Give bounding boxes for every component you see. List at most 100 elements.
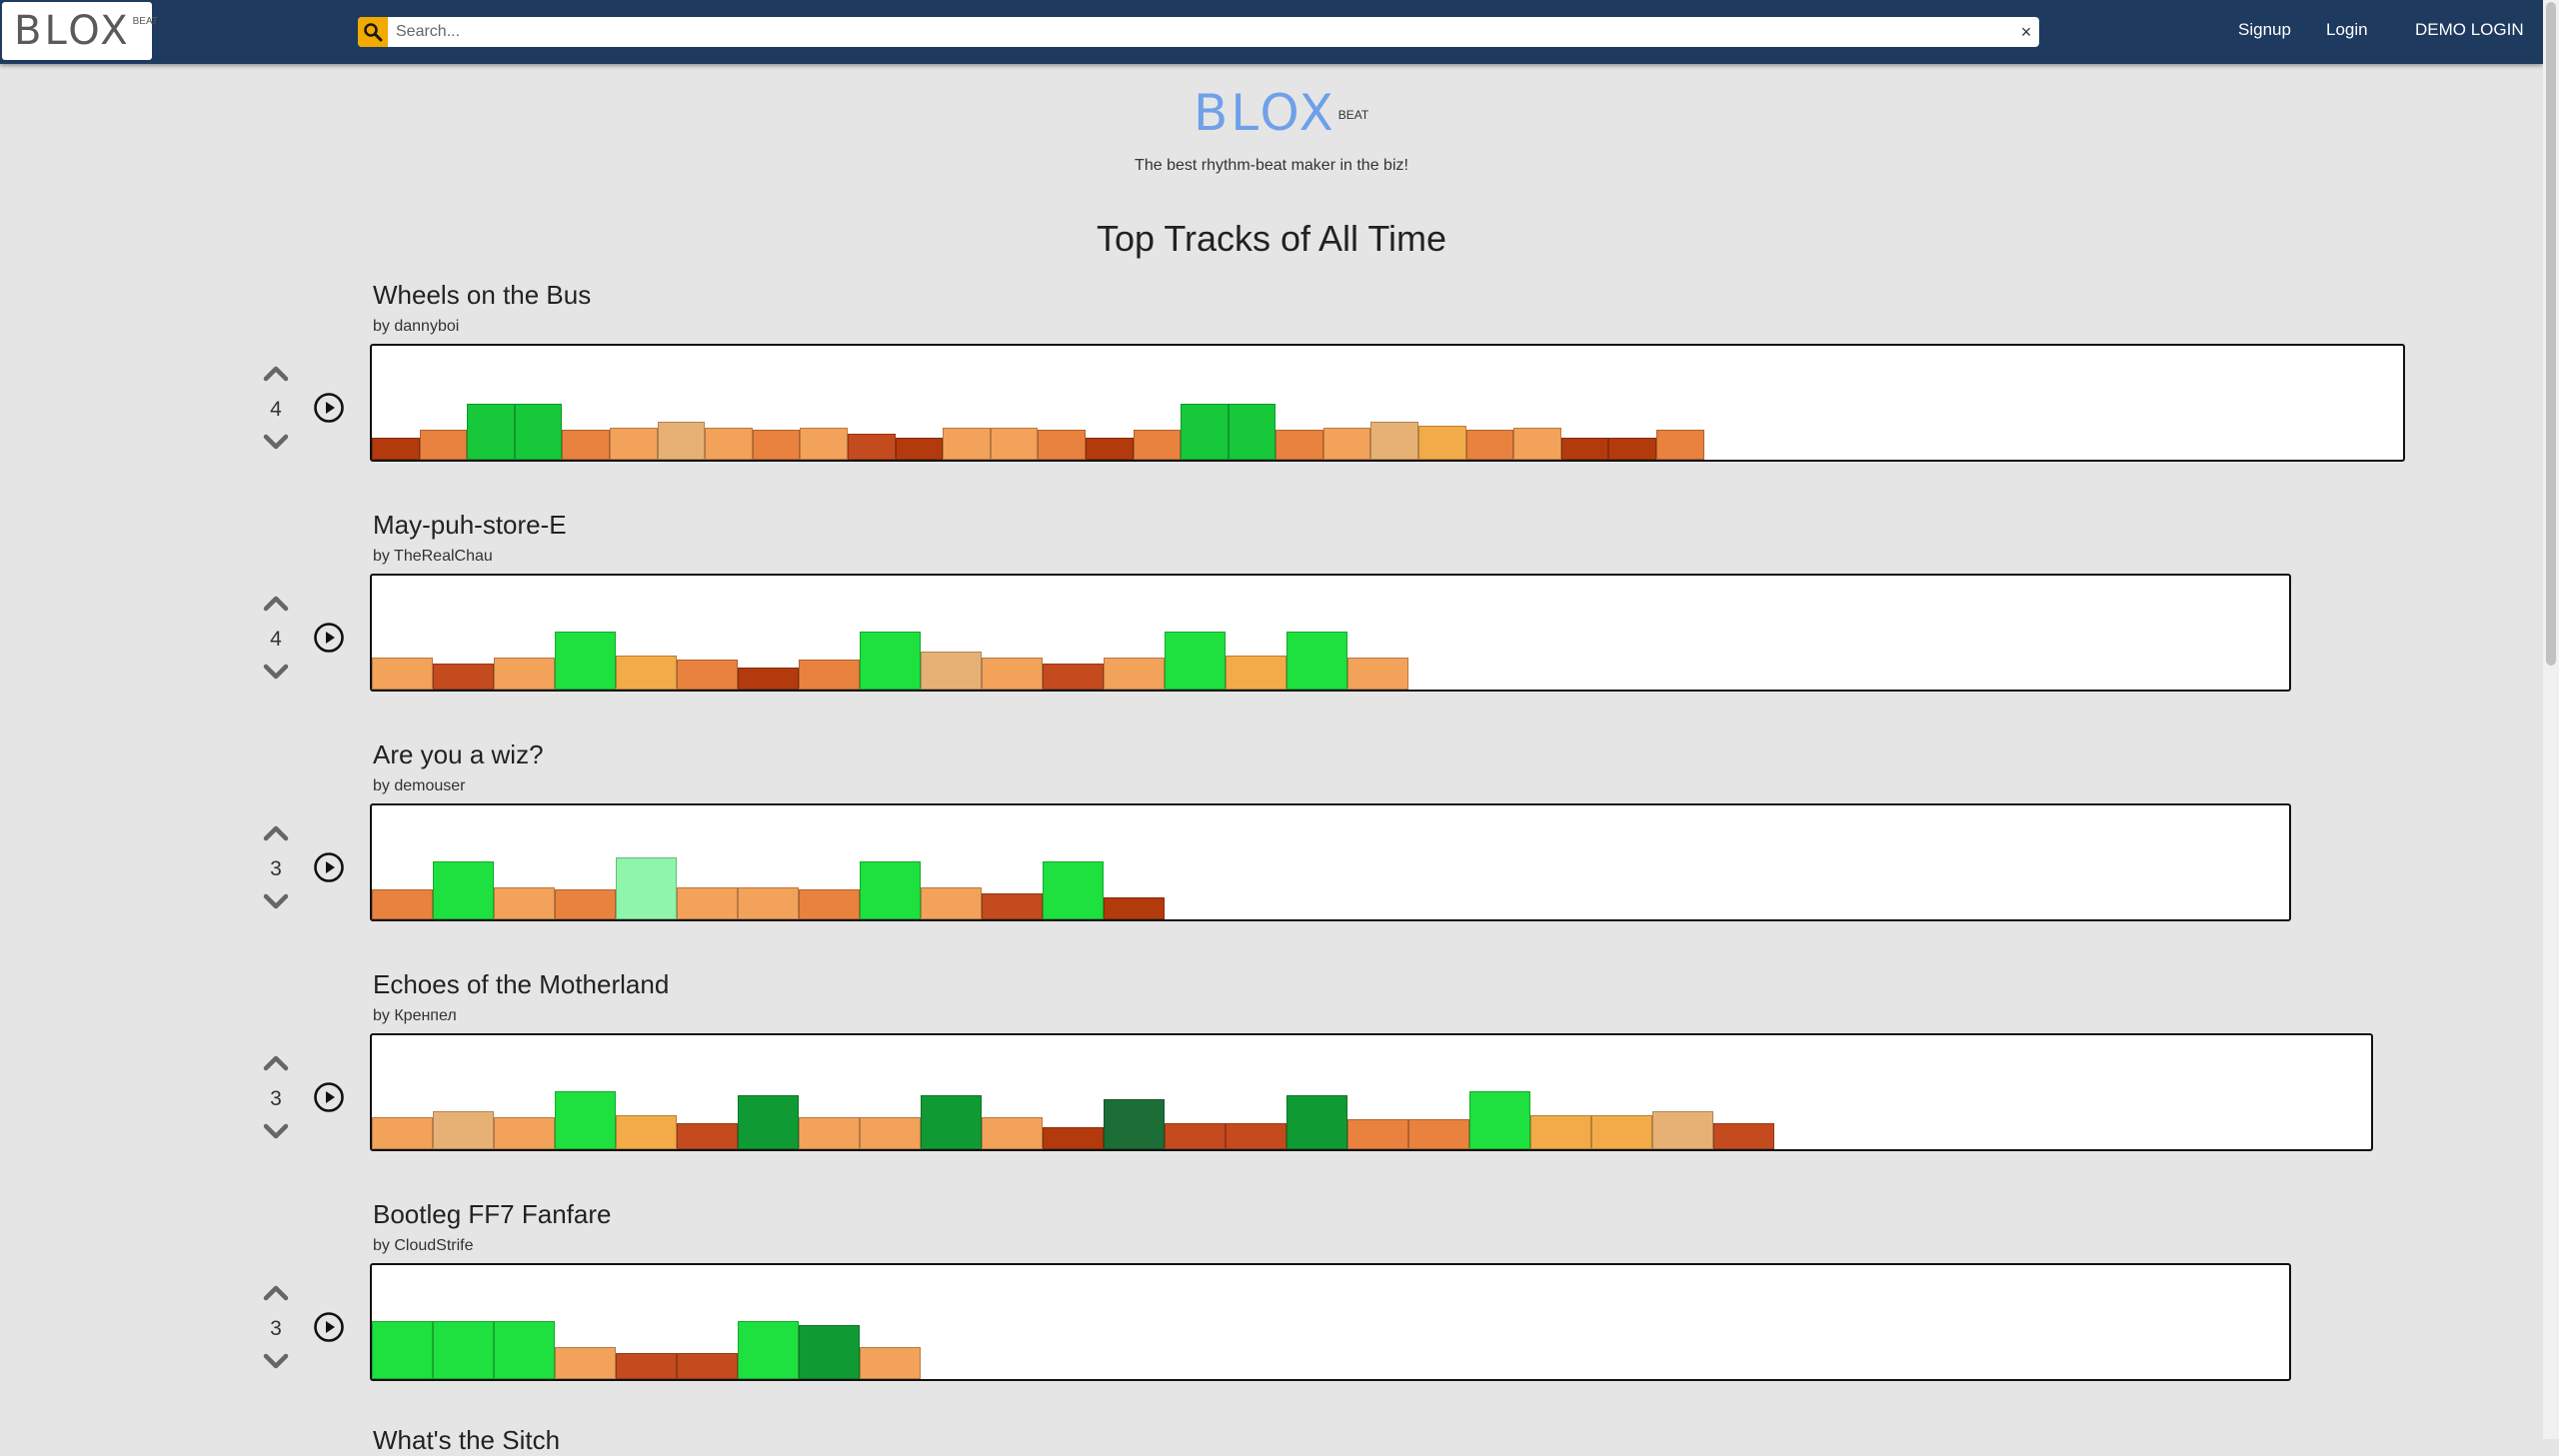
beat-visualizer[interactable] (370, 803, 2291, 921)
beat-visualizer[interactable] (370, 1033, 2373, 1151)
beat-block (514, 404, 563, 460)
beat-block (555, 1091, 616, 1149)
track-author[interactable]: by TheRealChau (373, 548, 493, 566)
scrollbar-thumb[interactable] (2546, 2, 2556, 666)
beat-block (657, 422, 706, 460)
downvote-chevron-down-icon[interactable] (262, 432, 290, 454)
beat-blocks (372, 632, 1408, 690)
beat-block (616, 1353, 677, 1379)
track-title[interactable]: Echoes of the Motherland (373, 969, 669, 1000)
play-icon[interactable] (313, 1081, 345, 1113)
play-icon[interactable] (313, 622, 345, 654)
track-item: Echoes of the Motherland by Кренпел 3 (0, 969, 2543, 1199)
beat-visualizer[interactable] (370, 1263, 2291, 1381)
beat-block (1408, 1119, 1469, 1149)
track-item: Bootleg FF7 Fanfare by CloudStrife 3 (0, 1199, 2543, 1429)
beat-block (433, 1321, 494, 1379)
beat-visualizer[interactable] (370, 574, 2291, 692)
beat-block (1276, 430, 1323, 460)
beat-block (1286, 632, 1347, 690)
track-title[interactable]: Bootleg FF7 Fanfare (373, 1199, 611, 1230)
beat-block (921, 652, 982, 690)
beat-block (1513, 428, 1561, 460)
track-author[interactable]: by Кренпел (373, 1007, 457, 1025)
beat-block (921, 887, 982, 919)
beat-block (1286, 1095, 1347, 1149)
hero-logo-superscript: BEAT (1337, 108, 1369, 122)
clear-search-button[interactable]: × (2013, 17, 2039, 47)
beat-block (1560, 438, 1609, 460)
beat-block (433, 664, 494, 690)
beat-block (1228, 404, 1277, 460)
downvote-chevron-down-icon[interactable] (262, 1351, 290, 1373)
downvote-chevron-down-icon[interactable] (262, 891, 290, 913)
beat-block (799, 660, 860, 690)
beat-block (562, 430, 610, 460)
upvote-chevron-up-icon[interactable] (262, 821, 290, 843)
beat-block (677, 660, 738, 690)
demo-login-link[interactable]: DEMO LOGIN (2415, 20, 2524, 40)
beat-block (555, 889, 616, 919)
track-title[interactable]: Are you a wiz? (373, 739, 544, 770)
beat-block (555, 1347, 616, 1379)
beat-block (1465, 430, 1514, 460)
beat-block (494, 658, 555, 690)
play-icon[interactable] (313, 851, 345, 883)
track-title[interactable]: What's the Sitch (373, 1425, 560, 1456)
search-icon (364, 23, 383, 42)
beat-block (1104, 897, 1165, 919)
beat-block (1038, 430, 1086, 460)
track-author[interactable]: by demouser (373, 777, 466, 795)
beat-block (677, 1353, 738, 1379)
vote-count: 3 (270, 1087, 282, 1110)
track-author[interactable]: by dannyboi (373, 318, 459, 336)
beat-block (1181, 404, 1229, 460)
search-button[interactable] (358, 17, 388, 47)
beat-block (1322, 428, 1371, 460)
beat-block (467, 404, 515, 460)
play-icon[interactable] (313, 1311, 345, 1343)
track-item: Wheels on the Bus by dannyboi 4 (0, 280, 2543, 510)
beat-block (738, 1095, 799, 1149)
track-author[interactable]: by CloudStrife (373, 1237, 474, 1255)
beat-block (982, 893, 1043, 919)
beat-blocks (372, 1321, 921, 1379)
upvote-chevron-up-icon[interactable] (262, 1281, 290, 1303)
beat-block (847, 434, 896, 460)
upvote-chevron-up-icon[interactable] (262, 362, 290, 384)
page-scrollbar[interactable] (2543, 0, 2559, 1439)
beat-block (1133, 430, 1182, 460)
beat-visualizer[interactable] (370, 344, 2405, 462)
brand-logo[interactable]: BLOX BEAT (2, 2, 158, 60)
beat-block (990, 428, 1039, 460)
downvote-chevron-down-icon[interactable] (262, 1121, 290, 1143)
beat-block (982, 658, 1043, 690)
signup-link[interactable]: Signup (2238, 20, 2291, 40)
login-link[interactable]: Login (2326, 20, 2368, 40)
beat-block (372, 1117, 433, 1149)
search-input[interactable] (388, 18, 2013, 46)
downvote-chevron-down-icon[interactable] (262, 662, 290, 684)
upvote-chevron-up-icon[interactable] (262, 592, 290, 614)
upvote-chevron-up-icon[interactable] (262, 1051, 290, 1073)
beat-block (752, 430, 801, 460)
top-navbar: BLOX BEAT × Signup Login DEMO LOGIN (0, 0, 2543, 64)
beat-block (1226, 656, 1286, 690)
beat-block (1347, 1119, 1408, 1149)
track-title[interactable]: May-puh-store-E (373, 510, 567, 541)
beat-block (1043, 1127, 1104, 1149)
track-title[interactable]: Wheels on the Bus (373, 280, 591, 311)
play-icon[interactable] (313, 392, 345, 424)
beat-blocks (372, 857, 1165, 919)
beat-block (555, 632, 616, 690)
beat-block (1043, 861, 1104, 919)
beat-block (1591, 1115, 1652, 1149)
beat-block (1608, 438, 1657, 460)
beat-block (616, 656, 677, 690)
page-title: Top Tracks of All Time (1096, 218, 1447, 259)
beat-block (1530, 1115, 1591, 1149)
beat-block (800, 428, 848, 460)
beat-block (494, 1117, 555, 1149)
beat-block (1043, 664, 1104, 690)
beat-block (1469, 1091, 1530, 1149)
